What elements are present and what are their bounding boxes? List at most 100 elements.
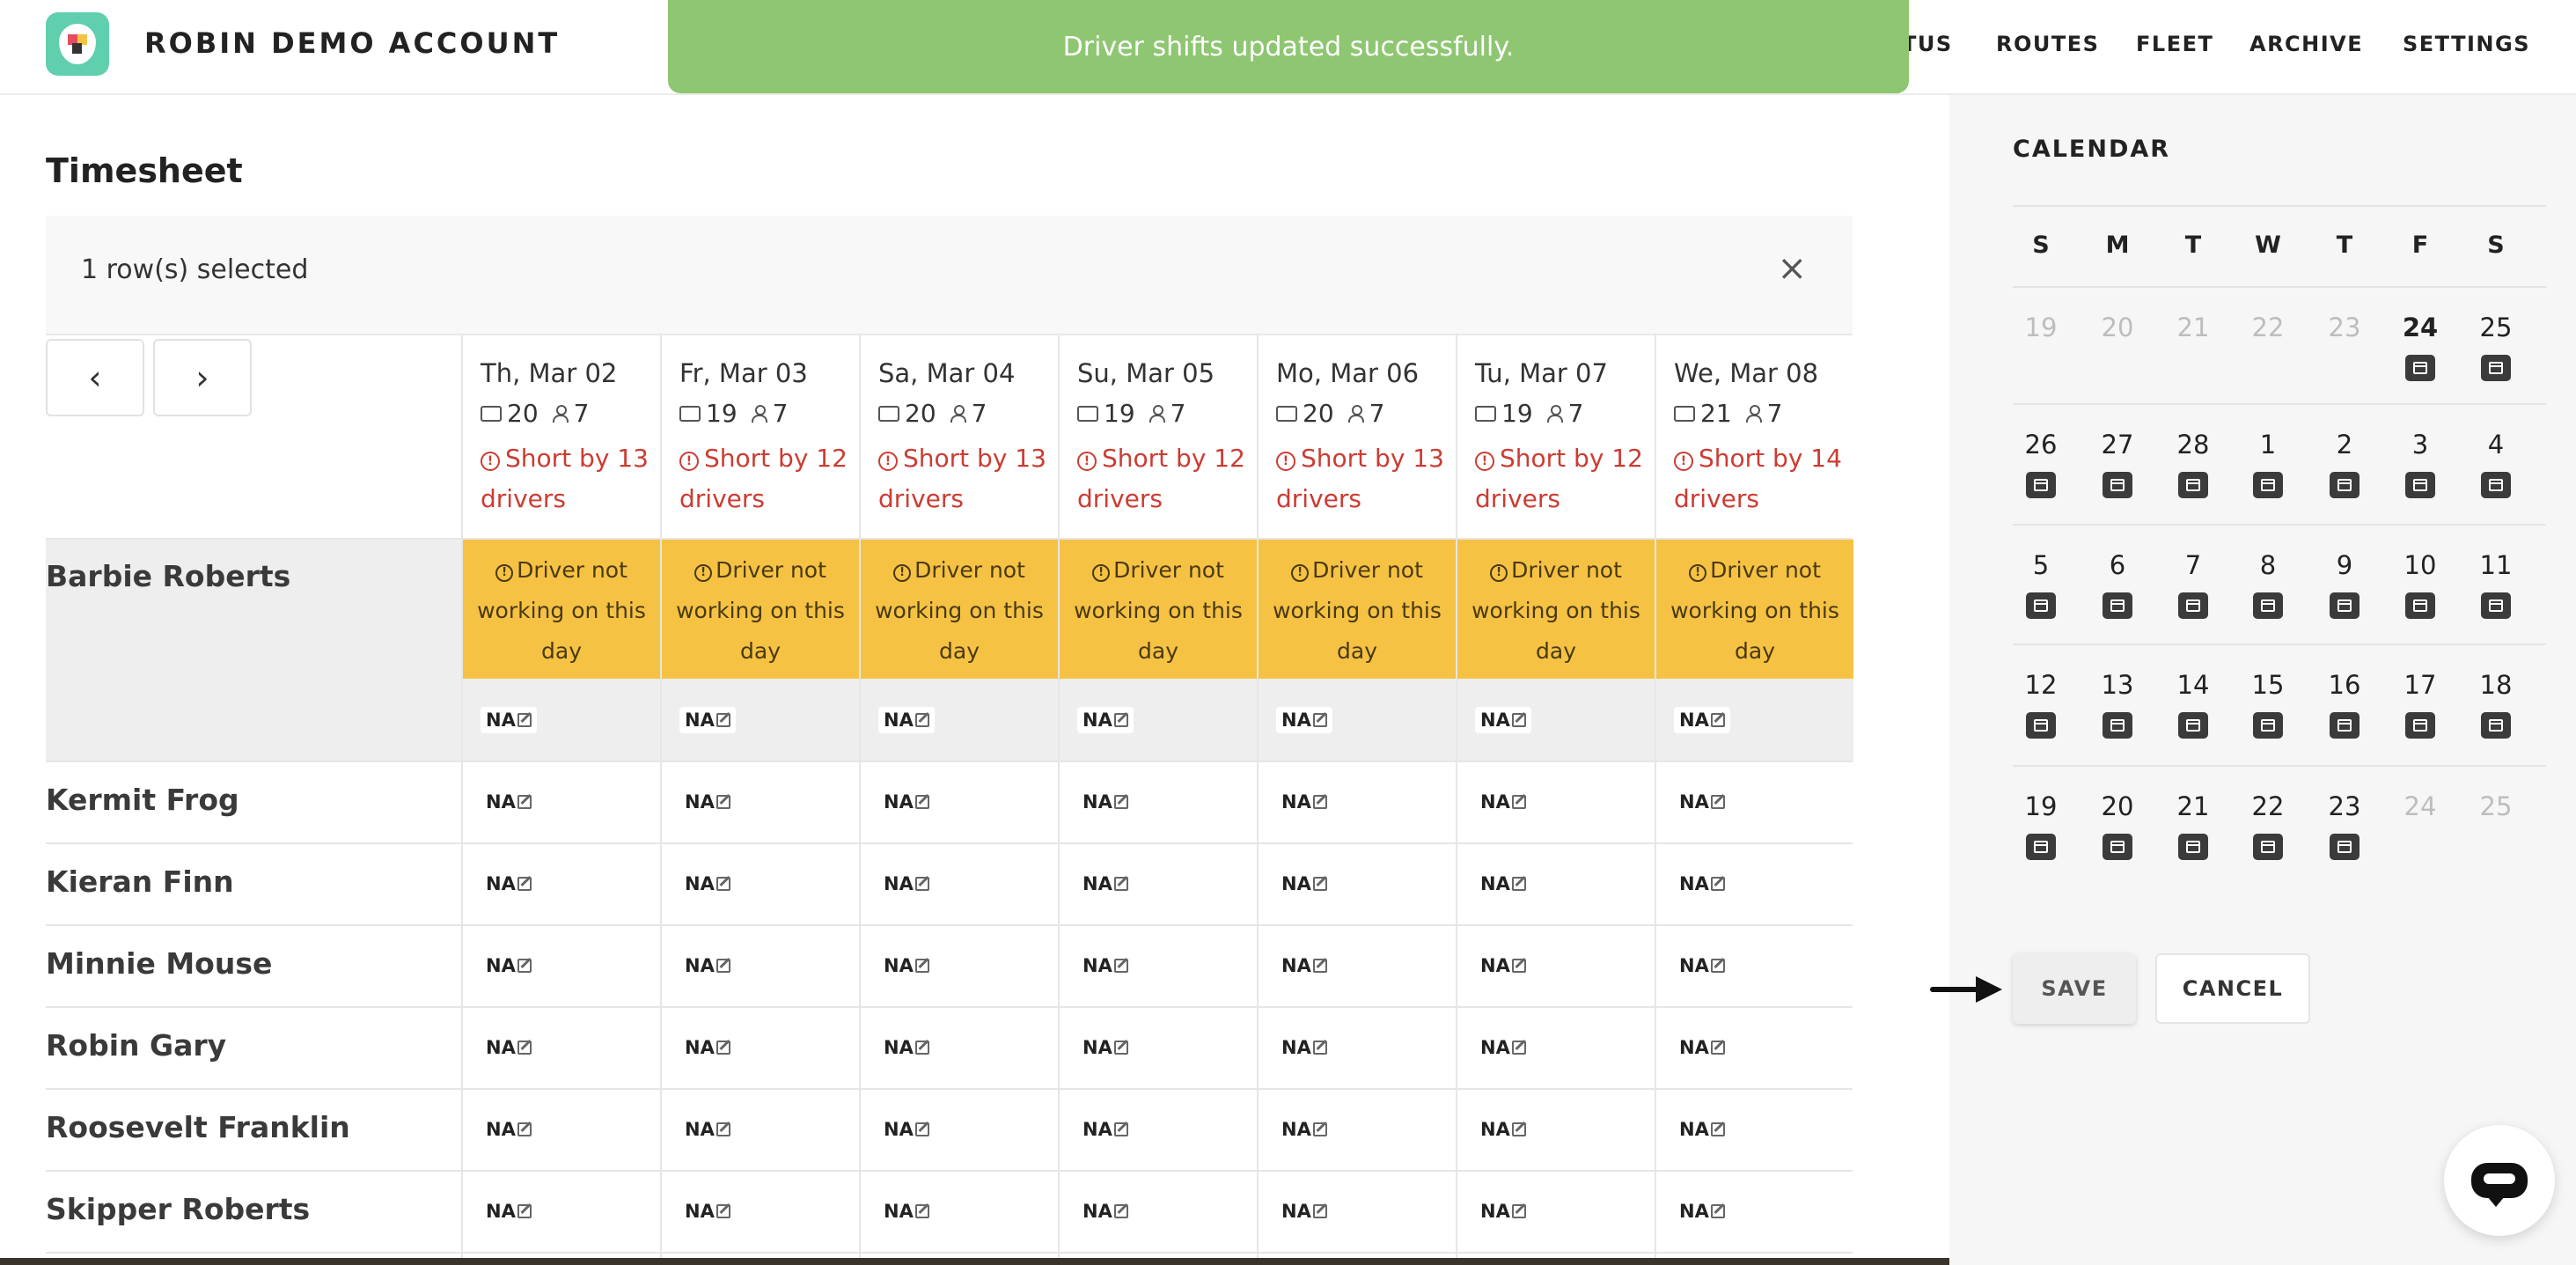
calendar-icon[interactable] <box>2178 592 2208 619</box>
shift-na-badge[interactable]: NA <box>1674 952 1730 979</box>
driver-off-cell[interactable]: ! Driver not working on this day <box>861 540 1058 679</box>
calendar-day[interactable]: 19 <box>2015 791 2067 821</box>
calendar-day[interactable]: 27 <box>2091 430 2144 460</box>
chat-launcher-button[interactable] <box>2444 1125 2555 1236</box>
calendar-icon[interactable] <box>2405 592 2435 619</box>
calendar-day[interactable]: 23 <box>2318 313 2371 342</box>
calendar-day[interactable]: 28 <box>2167 430 2220 460</box>
calendar-icon[interactable] <box>2405 472 2435 498</box>
shift-na-badge[interactable]: NA <box>1077 1198 1134 1225</box>
shift-na-badge[interactable]: NA <box>878 1198 935 1225</box>
shift-na-badge[interactable]: NA <box>481 1198 537 1225</box>
shift-na-badge[interactable]: NA <box>1276 952 1332 979</box>
calendar-day[interactable]: 13 <box>2091 670 2144 700</box>
shift-na-badge[interactable]: NA <box>1276 1116 1332 1143</box>
shift-na-badge[interactable]: NA <box>679 871 736 897</box>
shift-na-badge[interactable]: NA <box>481 789 537 815</box>
shift-na-badge[interactable]: NA <box>1276 871 1332 897</box>
nav-status[interactable]: TUS <box>1902 32 1953 56</box>
shift-na-badge[interactable]: NA <box>878 789 935 815</box>
calendar-day[interactable]: 25 <box>2470 313 2522 342</box>
driver-name[interactable]: Kermit Frog <box>46 783 239 817</box>
calendar-day[interactable]: 17 <box>2394 670 2447 700</box>
calendar-day[interactable]: 25 <box>2470 791 2522 821</box>
close-icon[interactable]: × <box>1777 251 1807 286</box>
shift-na-badge[interactable]: NA <box>679 1198 736 1225</box>
shift-na-badge[interactable]: NA <box>1674 707 1730 733</box>
calendar-day[interactable]: 22 <box>2242 313 2294 342</box>
shift-na-badge[interactable]: NA <box>1276 1198 1332 1225</box>
calendar-icon[interactable] <box>2103 712 2132 739</box>
cancel-button[interactable]: CANCEL <box>2155 953 2310 1024</box>
calendar-day[interactable]: 1 <box>2242 430 2294 460</box>
calendar-day[interactable]: 21 <box>2167 791 2220 821</box>
driver-name[interactable]: Barbie Roberts <box>46 559 290 593</box>
calendar-day[interactable]: 9 <box>2318 550 2371 580</box>
shift-na-badge[interactable]: NA <box>1475 1116 1531 1143</box>
calendar-icon[interactable] <box>2405 712 2435 739</box>
shift-na-badge[interactable]: NA <box>481 871 537 897</box>
shift-na-badge[interactable]: NA <box>878 952 935 979</box>
nav-fleet[interactable]: FLEET <box>2136 32 2213 56</box>
calendar-icon[interactable] <box>2330 472 2359 498</box>
calendar-icon[interactable] <box>2253 834 2283 860</box>
calendar-icon[interactable] <box>2178 834 2208 860</box>
next-week-button[interactable]: › <box>153 339 252 416</box>
shift-na-badge[interactable]: NA <box>481 952 537 979</box>
shift-na-badge[interactable]: NA <box>878 1034 935 1061</box>
calendar-day[interactable]: 2 <box>2318 430 2371 460</box>
calendar-icon[interactable] <box>2026 472 2056 498</box>
calendar-day[interactable]: 6 <box>2091 550 2144 580</box>
shift-na-badge[interactable]: NA <box>1475 789 1531 815</box>
shift-na-badge[interactable]: NA <box>1276 1034 1332 1061</box>
shift-na-badge[interactable]: NA <box>481 707 537 733</box>
shift-na-badge[interactable]: NA <box>1276 789 1332 815</box>
driver-name[interactable]: Skipper Roberts <box>46 1192 310 1226</box>
calendar-icon[interactable] <box>2178 712 2208 739</box>
shift-na-badge[interactable]: NA <box>1077 1034 1134 1061</box>
shift-na-badge[interactable]: NA <box>1674 1034 1730 1061</box>
calendar-icon[interactable] <box>2026 712 2056 739</box>
calendar-day[interactable]: 8 <box>2242 550 2294 580</box>
shift-na-badge[interactable]: NA <box>1475 1034 1531 1061</box>
shift-na-badge[interactable]: NA <box>481 1116 537 1143</box>
shift-na-badge[interactable]: NA <box>1077 707 1134 733</box>
shift-na-badge[interactable]: NA <box>1077 952 1134 979</box>
calendar-day[interactable]: 19 <box>2015 313 2067 342</box>
shift-na-badge[interactable]: NA <box>1674 789 1730 815</box>
shift-na-badge[interactable]: NA <box>1475 871 1531 897</box>
shift-na-badge[interactable]: NA <box>1077 1116 1134 1143</box>
calendar-day[interactable]: 16 <box>2318 670 2371 700</box>
driver-name[interactable]: Kieran Finn <box>46 864 234 899</box>
calendar-icon[interactable] <box>2330 834 2359 860</box>
calendar-icon[interactable] <box>2103 592 2132 619</box>
calendar-day[interactable]: 15 <box>2242 670 2294 700</box>
driver-off-cell[interactable]: ! Driver not working on this day <box>1457 540 1655 679</box>
shift-na-badge[interactable]: NA <box>1077 871 1134 897</box>
shift-na-badge[interactable]: NA <box>878 1116 935 1143</box>
calendar-icon[interactable] <box>2253 592 2283 619</box>
calendar-day[interactable]: 12 <box>2015 670 2067 700</box>
calendar-icon[interactable] <box>2026 834 2056 860</box>
brand-logo[interactable] <box>46 12 109 76</box>
calendar-day[interactable]: 21 <box>2167 313 2220 342</box>
shift-na-badge[interactable]: NA <box>1475 1198 1531 1225</box>
shift-na-badge[interactable]: NA <box>1674 1198 1730 1225</box>
shift-na-badge[interactable]: NA <box>1475 952 1531 979</box>
shift-na-badge[interactable]: NA <box>679 952 736 979</box>
calendar-day[interactable]: 7 <box>2167 550 2220 580</box>
calendar-icon[interactable] <box>2103 472 2132 498</box>
calendar-icon[interactable] <box>2481 592 2511 619</box>
driver-off-cell[interactable]: ! Driver not working on this day <box>1060 540 1257 679</box>
calendar-icon[interactable] <box>2481 712 2511 739</box>
nav-settings[interactable]: SETTINGS <box>2403 32 2530 56</box>
calendar-day[interactable]: 10 <box>2394 550 2447 580</box>
calendar-day[interactable]: 26 <box>2015 430 2067 460</box>
driver-off-cell[interactable]: ! Driver not working on this day <box>1656 540 1853 679</box>
calendar-icon[interactable] <box>2253 472 2283 498</box>
calendar-day[interactable]: 23 <box>2318 791 2371 821</box>
calendar-icon[interactable] <box>2405 355 2435 381</box>
shift-na-badge[interactable]: NA <box>1276 707 1332 733</box>
driver-name[interactable]: Roosevelt Franklin <box>46 1110 350 1144</box>
calendar-day[interactable]: 4 <box>2470 430 2522 460</box>
